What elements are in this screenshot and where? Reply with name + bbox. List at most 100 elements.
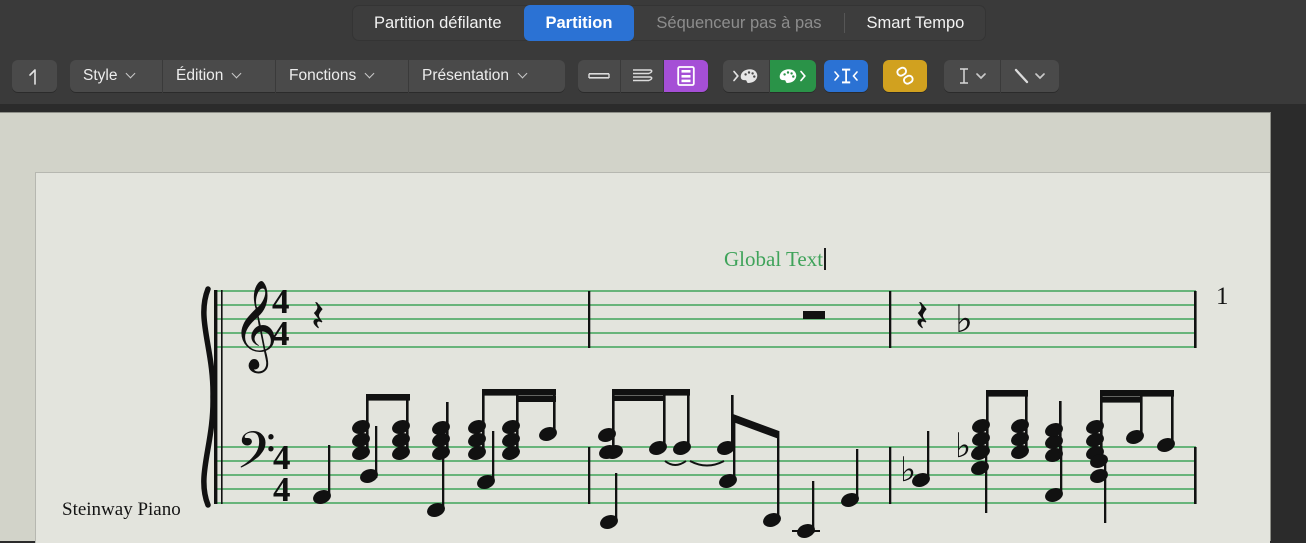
treble-time-denominator: 4	[272, 314, 290, 353]
bass-clef[interactable]: 𝄢	[236, 420, 276, 493]
menu-edition[interactable]: Édition	[163, 60, 275, 92]
text-tool-glyphs	[952, 65, 992, 87]
chord-note[interactable]	[500, 418, 522, 463]
menu-presentation-label: Présentation	[409, 67, 509, 85]
svg-text:𝄽: 𝄽	[311, 291, 324, 342]
beam-secondary	[516, 396, 556, 402]
chevron-down-icon	[356, 67, 386, 85]
svg-text:𝄽: 𝄽	[915, 291, 928, 342]
chord-note[interactable]	[1009, 417, 1031, 462]
chord-note[interactable]	[350, 418, 372, 463]
linear-view-button[interactable]	[578, 60, 620, 92]
bass-time-denominator: 4	[273, 470, 291, 509]
line-tool-button[interactable]	[1001, 60, 1059, 92]
beam	[366, 394, 410, 401]
menu-fonctions[interactable]: Fonctions	[276, 60, 408, 92]
beam-secondary	[1100, 397, 1142, 403]
palette-right-icon	[776, 66, 810, 86]
note[interactable]	[1155, 436, 1177, 455]
menu-style-label: Style	[70, 67, 117, 85]
stem	[442, 458, 444, 510]
link-view-button[interactable]	[883, 60, 927, 92]
svg-text:𝄢: 𝄢	[236, 420, 276, 493]
chord-note[interactable]	[466, 418, 488, 463]
beam	[482, 389, 556, 396]
quarter-rest[interactable]: 𝄽	[311, 291, 324, 342]
palette-prev-button[interactable]	[723, 60, 769, 92]
note[interactable]	[537, 425, 559, 444]
chevron-down-icon	[1036, 74, 1044, 78]
chord-note[interactable]	[390, 418, 412, 463]
stem	[687, 395, 690, 449]
score-canvas-area: Global Text 1 Steinway Piano	[0, 104, 1306, 540]
stem	[927, 431, 929, 481]
chevron-down-icon	[117, 67, 147, 85]
beam	[612, 389, 690, 396]
stem	[612, 395, 615, 453]
link-icon	[893, 65, 917, 87]
show-hide-arrow-button[interactable]	[12, 60, 57, 92]
chord-note[interactable]	[596, 426, 625, 462]
note[interactable]	[647, 439, 669, 458]
palette-left-icon	[729, 66, 763, 86]
stacked-view-icon	[630, 66, 654, 86]
align-notes-icon	[833, 66, 859, 86]
up-arrow-icon	[26, 66, 44, 86]
stem	[733, 416, 735, 482]
treble-time-signature[interactable]: 4 4	[272, 282, 290, 353]
align-notes-button[interactable]	[824, 60, 868, 92]
view-tab-bar: Partition défilante Partition Séquenceur…	[0, 0, 1306, 51]
angled-beam	[733, 414, 779, 439]
stem	[663, 395, 666, 449]
svg-text:♭: ♭	[955, 297, 973, 341]
music-notation: 𝄞 𝄢 4 4 4 4 �	[0, 113, 1270, 541]
chevron-down-icon	[509, 67, 539, 85]
menu-fonctions-label: Fonctions	[276, 67, 356, 85]
menu-presentation[interactable]: Présentation	[409, 60, 565, 92]
tab-scrolling-score[interactable]: Partition défilante	[352, 5, 524, 41]
stem	[1060, 446, 1062, 496]
note[interactable]	[1124, 428, 1146, 447]
chevron-down-icon	[977, 74, 985, 78]
line-tool-glyphs	[1009, 65, 1051, 87]
score-editor-window: Partition défilante Partition Séquenceur…	[0, 0, 1306, 540]
treble-staff-lines	[216, 291, 1196, 347]
system-brace	[204, 289, 223, 505]
bass-time-signature[interactable]: 4 4	[273, 438, 291, 509]
stacked-view-button[interactable]	[621, 60, 663, 92]
beam	[986, 390, 1028, 397]
half-rest[interactable]	[803, 311, 825, 319]
beam	[1100, 390, 1174, 397]
beam-secondary	[612, 396, 664, 401]
page-view-icon	[676, 65, 696, 87]
note[interactable]	[671, 439, 693, 458]
text-cursor-icon	[960, 69, 968, 83]
menu-edition-label: Édition	[163, 67, 223, 85]
measure-1-treble[interactable]: 𝄽	[311, 291, 559, 462]
tab-smart-tempo[interactable]: Smart Tempo	[845, 5, 987, 41]
score-scroll-pane[interactable]: Global Text 1 Steinway Piano	[0, 112, 1271, 541]
page-view-button[interactable]	[664, 60, 708, 92]
linear-view-icon	[587, 68, 611, 84]
svg-text:♭: ♭	[955, 426, 971, 466]
stem	[328, 445, 330, 497]
stem	[856, 449, 858, 501]
chevron-down-icon	[223, 67, 253, 85]
stem	[1171, 396, 1174, 446]
stem	[615, 473, 617, 523]
flat-accidental[interactable]: ♭	[955, 297, 973, 341]
quarter-rest[interactable]: 𝄽	[915, 291, 928, 342]
chord-note[interactable]	[430, 419, 452, 463]
menu-style[interactable]: Style	[70, 60, 162, 92]
view-tab-group: Partition défilante Partition Séquenceur…	[352, 5, 986, 41]
measure-2-treble[interactable]	[596, 311, 825, 466]
tab-step-sequencer[interactable]: Séquenceur pas à pas	[634, 5, 843, 41]
tab-score[interactable]: Partition	[524, 5, 635, 41]
measure-2-bass[interactable]	[598, 414, 861, 540]
stem	[777, 431, 779, 521]
flat-accidental[interactable]: ♭	[955, 426, 971, 466]
stem	[492, 431, 494, 483]
note[interactable]	[761, 511, 783, 530]
palette-next-button[interactable]	[770, 60, 816, 92]
text-tool-button[interactable]	[944, 60, 1000, 92]
